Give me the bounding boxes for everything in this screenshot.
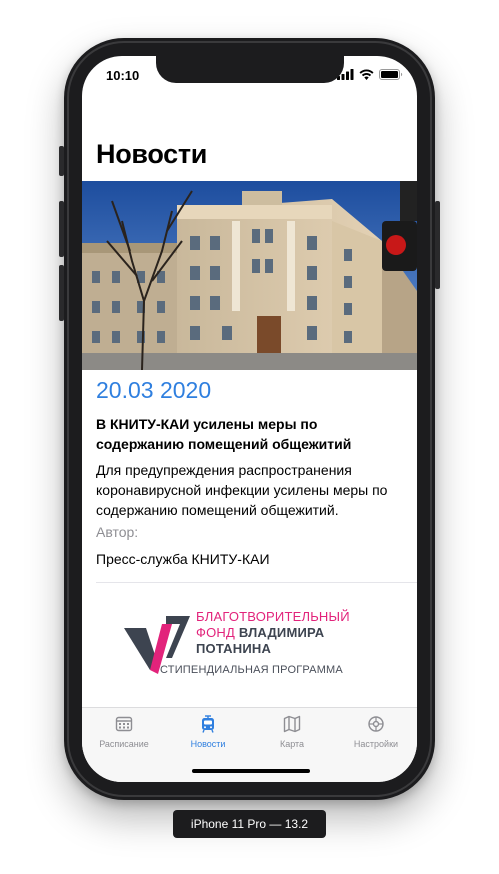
list-separator bbox=[96, 582, 417, 583]
volume-up-button bbox=[59, 201, 64, 257]
battery-icon bbox=[379, 69, 403, 80]
fund-name-line2b: ВЛАДИМИРА bbox=[238, 625, 325, 640]
fund-name-line1: БЛАГОТВОРИТЕЛЬНЫЙ bbox=[196, 609, 350, 624]
page-title: Новости bbox=[96, 139, 208, 169]
app-screen: 10:10 Новости 20.03 2020 В КНИТУ-КАИ уси… bbox=[82, 56, 417, 782]
calendar-icon bbox=[115, 716, 133, 732]
home-indicator[interactable] bbox=[192, 769, 310, 773]
news-headline[interactable]: В КНИТУ-КАИ усилены меры по содержанию п… bbox=[96, 414, 406, 454]
gear-icon bbox=[368, 716, 384, 732]
tab-news[interactable]: Новости bbox=[166, 715, 250, 749]
simulator-stage: 10:10 Новости 20.03 2020 В КНИТУ-КАИ уси… bbox=[0, 0, 499, 874]
author-value: Пресс-служба КНИТУ-КАИ bbox=[96, 551, 270, 567]
tab-label: Расписание bbox=[99, 739, 149, 749]
fund-name-line2a: ФОНД bbox=[196, 625, 235, 640]
status-time: 10:10 bbox=[106, 68, 140, 83]
wifi-icon bbox=[359, 69, 374, 80]
news-image[interactable] bbox=[82, 181, 417, 370]
news-date: 20.03 2020 bbox=[96, 377, 212, 403]
tab-map[interactable]: Карта bbox=[250, 715, 334, 749]
author-label: Автор: bbox=[96, 524, 139, 540]
tab-label: Карта bbox=[279, 739, 305, 749]
university-building-photo bbox=[82, 181, 417, 370]
map-icon bbox=[283, 715, 301, 733]
volume-down-button bbox=[59, 265, 64, 321]
news-summary: Для предупреждения распространения корон… bbox=[96, 462, 388, 518]
device-label: iPhone 11 Pro — 13.2 bbox=[173, 810, 326, 838]
fund-program-label: СТИПЕНДИАЛЬНАЯ ПРОГРАММА bbox=[160, 664, 343, 676]
tab-schedule[interactable]: Расписание bbox=[82, 715, 166, 749]
fund-name-line3: ПОТАНИНА bbox=[196, 641, 272, 656]
tab-settings[interactable]: Настройки bbox=[334, 715, 417, 749]
power-button bbox=[435, 201, 440, 289]
tram-icon bbox=[202, 715, 214, 733]
mute-switch bbox=[59, 146, 64, 176]
tab-label: Настройки bbox=[353, 739, 399, 749]
potanin-fund-logo[interactable]: БЛАГОТВОРИТЕЛЬНЫЙ ФОНД ВЛАДИМИРА ПОТАНИН… bbox=[122, 609, 372, 689]
status-icons bbox=[337, 69, 403, 80]
notch bbox=[156, 56, 344, 83]
tab-label: Новости bbox=[190, 739, 226, 749]
